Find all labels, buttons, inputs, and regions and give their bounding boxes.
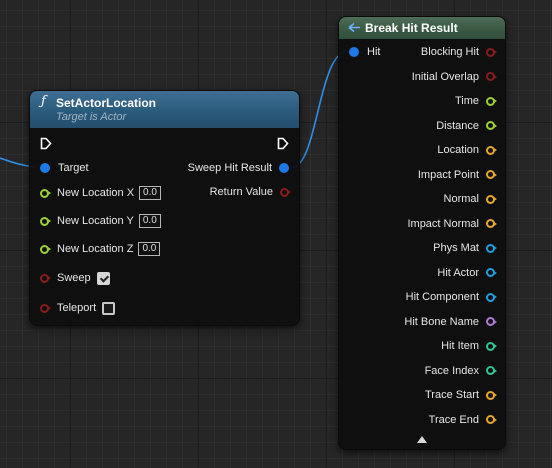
teleport-checkbox[interactable] — [102, 301, 116, 315]
new-location-z-pin[interactable] — [40, 244, 49, 254]
exec-out-pin[interactable] — [277, 137, 289, 150]
new-location-z-row[interactable]: New Location Z 0.0 — [40, 241, 161, 257]
break-output-label: Hit Actor — [437, 266, 479, 279]
break-output-pin[interactable] — [486, 415, 495, 424]
return-value-output-row[interactable]: Return Value — [210, 184, 289, 200]
break-output-label: Hit Item — [441, 340, 479, 352]
new-location-y-pin[interactable] — [40, 216, 49, 226]
break-output-row[interactable]: Distance — [436, 118, 495, 134]
break-output-row[interactable]: Blocking Hit — [421, 44, 495, 60]
break-output-pin[interactable] — [486, 145, 495, 155]
break-output-pin[interactable] — [486, 366, 495, 375]
break-hit-result-header[interactable]: Break Hit Result — [339, 17, 505, 39]
new-location-z-label: New Location Z — [57, 243, 134, 255]
new-location-z-input[interactable]: 0.0 — [138, 242, 161, 256]
break-output-pin[interactable] — [486, 243, 495, 253]
target-label: Target — [58, 162, 89, 174]
teleport-pin[interactable] — [40, 303, 49, 313]
break-hit-result-node[interactable]: Break Hit Result Hit Blocking Hit Initial… — [338, 16, 506, 450]
exec-in-pin[interactable] — [40, 137, 52, 150]
break-output-label: Face Index — [424, 364, 479, 377]
function-icon: ƒ — [41, 94, 46, 109]
new-location-x-row[interactable]: New Location X 0.0 — [40, 185, 161, 201]
sweep-hit-result-label: Sweep Hit Result — [187, 162, 272, 174]
set-actor-location-node[interactable]: ƒ SetActorLocation Target is Actor Targe… — [29, 90, 300, 326]
sweep-row[interactable]: Sweep — [40, 270, 110, 286]
break-output-label: Distance — [436, 119, 479, 132]
collapse-arrow-icon[interactable] — [417, 436, 427, 443]
break-output-label: Phys Mat — [433, 242, 479, 254]
set-actor-location-header[interactable]: ƒ SetActorLocation Target is Actor — [30, 91, 299, 128]
break-output-row[interactable]: Initial Overlap — [412, 69, 495, 85]
sweep-label: Sweep — [57, 272, 91, 284]
new-location-x-label: New Location X — [57, 187, 135, 199]
break-output-pin[interactable] — [486, 317, 495, 326]
break-output-row[interactable]: Impact Normal — [407, 216, 495, 232]
break-output-label: Hit Component — [405, 291, 479, 303]
break-output-row[interactable]: Trace End — [429, 412, 495, 428]
break-output-pin[interactable] — [486, 121, 495, 130]
return-value-pin[interactable] — [280, 187, 289, 197]
break-output-row[interactable]: Hit Actor — [437, 265, 495, 281]
new-location-x-input[interactable]: 0.0 — [139, 186, 161, 200]
break-output-row[interactable]: Time — [455, 93, 495, 109]
sweep-hit-result-pin[interactable] — [279, 163, 289, 173]
break-output-row[interactable]: Hit Item — [441, 338, 495, 354]
sweep-pin[interactable] — [40, 273, 49, 283]
target-pin[interactable] — [40, 163, 50, 173]
break-output-label: Trace Start — [425, 389, 479, 401]
new-location-x-pin[interactable] — [40, 188, 49, 198]
sweep-hit-result-output-row[interactable]: Sweep Hit Result — [188, 160, 289, 176]
break-output-row[interactable]: Face Index — [425, 363, 495, 379]
break-output-label: Blocking Hit — [420, 46, 479, 58]
return-value-label: Return Value — [209, 186, 273, 198]
break-output-row[interactable]: Trace Start — [425, 387, 495, 403]
break-output-pin[interactable] — [486, 72, 495, 81]
break-output-label: Impact Normal — [407, 217, 479, 230]
break-output-pin[interactable] — [486, 268, 495, 277]
break-output-label: Impact Point — [417, 168, 479, 181]
node-subtitle: Target is Actor — [56, 111, 127, 123]
hit-label: Hit — [367, 46, 381, 58]
teleport-label: Teleport — [57, 302, 97, 314]
break-output-pin[interactable] — [486, 170, 495, 179]
break-output-row[interactable]: Location — [437, 142, 495, 158]
new-location-y-row[interactable]: New Location Y 0.0 — [40, 213, 161, 229]
new-location-y-label: New Location Y — [57, 215, 134, 227]
break-output-label: Hit Bone Name — [404, 315, 479, 328]
hit-pin[interactable] — [349, 47, 359, 57]
break-output-label: Initial Overlap — [411, 70, 479, 83]
break-output-row[interactable]: Hit Component — [406, 289, 495, 305]
break-output-pin[interactable] — [486, 341, 495, 351]
break-output-pin[interactable] — [486, 96, 495, 106]
break-output-pin[interactable] — [486, 219, 495, 228]
break-output-row[interactable]: Phys Mat — [433, 240, 495, 256]
break-output-pin[interactable] — [486, 47, 495, 57]
sweep-checkbox[interactable] — [96, 271, 110, 285]
break-output-label: Time — [454, 95, 479, 107]
break-output-row[interactable]: Impact Point — [418, 167, 495, 183]
new-location-y-input[interactable]: 0.0 — [138, 214, 161, 228]
break-output-row[interactable]: Hit Bone Name — [404, 314, 495, 330]
break-output-label: Trace End — [428, 413, 479, 426]
break-output-pin[interactable] — [486, 292, 495, 302]
node-title: Break Hit Result — [365, 21, 458, 35]
teleport-row[interactable]: Teleport — [40, 300, 116, 316]
node-title: SetActorLocation — [56, 96, 157, 110]
break-output-label: Normal — [443, 193, 479, 205]
break-output-pin[interactable] — [486, 194, 495, 204]
break-output-label: Location — [437, 144, 479, 156]
break-output-row[interactable]: Normal — [444, 191, 495, 207]
break-output-pin[interactable] — [486, 390, 495, 400]
hit-input-row[interactable]: Hit — [349, 44, 380, 60]
break-struct-icon — [348, 22, 360, 33]
target-input-row[interactable]: Target — [40, 160, 89, 176]
